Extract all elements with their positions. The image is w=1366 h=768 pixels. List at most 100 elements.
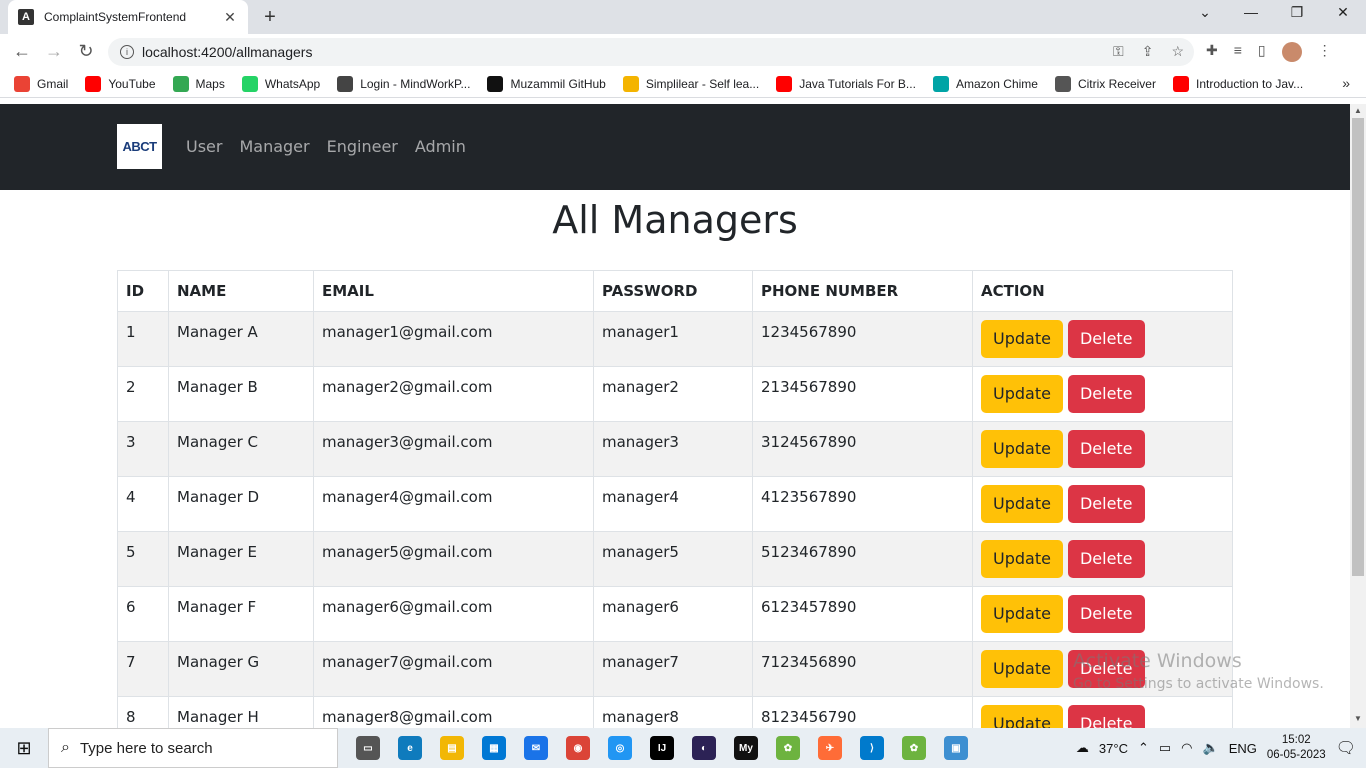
weather-icon[interactable]: ☁ [1076,740,1089,756]
task-view-icon[interactable]: ▭ [356,736,380,760]
bookmark-item[interactable]: Amazon Chime [932,75,1038,92]
bookmark-item[interactable]: Login - MindWorkP... [337,75,470,92]
bookmark-item[interactable]: Muzammil GitHub [487,75,606,92]
bookmark-item[interactable]: Introduction to Jav... [1172,75,1303,92]
back-icon[interactable]: ← [10,41,34,62]
nav-link-engineer[interactable]: Engineer [327,137,398,156]
forward-icon[interactable]: → [42,41,66,62]
update-button[interactable]: Update [981,430,1063,468]
table-row: 8 Manager Hmanager8@gmail.com manager8 8123… [117,696,1233,728]
scroll-down-icon[interactable]: ▼ [1354,714,1362,723]
update-button[interactable]: Update [981,650,1063,688]
spring-tool-icon[interactable]: ✿ [902,736,926,760]
cell-email: manager5@gmail.com [313,531,594,587]
new-tab-icon[interactable]: + [258,6,282,29]
delete-button[interactable]: Delete [1067,320,1145,358]
scroll-up-icon[interactable]: ▲ [1354,106,1362,115]
bookmark-label: Java Tutorials For B... [799,76,916,91]
update-button[interactable]: Update [981,705,1063,728]
nav-link-manager[interactable]: Manager [239,137,309,156]
bookmark-item[interactable]: Maps [172,75,225,92]
reload-icon[interactable]: ↻ [74,41,98,62]
bookmark-item[interactable]: Simplilear - Self lea... [622,75,760,92]
sidepanel-icon[interactable]: ▯ [1258,42,1266,62]
eclipse-icon[interactable]: ◐ [692,736,716,760]
app-icon[interactable]: ◎ [608,736,632,760]
delete-button[interactable]: Delete [1067,595,1145,633]
more-bookmarks-icon[interactable]: » [1342,75,1350,91]
chevron-down-icon[interactable]: ⌄ [1185,4,1225,21]
bookmark-item[interactable]: WhatsApp [241,75,320,92]
bookmark-item[interactable]: Gmail [14,75,68,92]
mail-icon[interactable]: ✉ [524,736,548,760]
cell-id: 5 [117,531,169,587]
bookmark-favicon-icon [14,75,30,92]
photos-icon[interactable]: ▣ [944,736,968,760]
update-button[interactable]: Update [981,320,1063,358]
delete-button[interactable]: Delete [1067,375,1145,413]
scroll-thumb[interactable] [1352,118,1364,576]
bookmark-item[interactable]: Java Tutorials For B... [776,75,916,92]
spring-icon[interactable]: ✿ [776,736,800,760]
delete-button[interactable]: Delete [1067,705,1145,728]
update-button[interactable]: Update [981,540,1063,578]
edge-icon[interactable]: e [398,736,422,760]
extensions-icon[interactable]: ✚ [1206,42,1218,62]
mysql-icon[interactable]: My [734,736,758,760]
bookmark-item[interactable]: YouTube [85,75,156,92]
wifi-icon[interactable]: ◠ [1181,740,1192,756]
key-icon[interactable]: ⚿ [1113,43,1124,60]
update-button[interactable]: Update [981,485,1063,523]
delete-button[interactable]: Delete [1067,430,1145,468]
cell-phone: 6123457890 [752,586,973,642]
cell-name: Manager C [168,421,314,477]
info-icon[interactable]: i [120,45,134,59]
page-scrollbar[interactable]: ▲ ▼ [1350,104,1366,728]
volume-icon[interactable]: 🔈 [1203,740,1219,756]
postman-icon[interactable]: ✈ [818,736,842,760]
column-header-phone: PHONE NUMBER [752,270,973,312]
browser-tab[interactable]: A ComplaintSystemFrontend ✕ [8,0,248,34]
close-icon[interactable]: ✕ [222,9,238,26]
delete-button[interactable]: Delete [1067,540,1145,578]
share-icon[interactable]: ⇪ [1142,43,1154,60]
cell-password: manager3 [593,421,753,477]
bookmark-label: Simplilear - Self lea... [645,76,760,91]
store-icon[interactable]: ▦ [482,736,506,760]
avatar[interactable] [1281,42,1302,62]
window-close-icon[interactable]: ✕ [1323,4,1363,21]
brand-logo[interactable]: ABCT [117,124,162,169]
cell-id: 4 [117,476,169,532]
cell-email: manager8@gmail.com [313,696,594,728]
nav-link-admin[interactable]: Admin [415,137,466,156]
bookmark-item[interactable]: Citrix Receiver [1054,75,1156,92]
cell-action: Update Delete [972,311,1233,367]
media-icon[interactable]: ≡ [1234,42,1242,62]
chevron-up-icon[interactable]: ⌃ [1138,740,1149,756]
nav-link-user[interactable]: User [186,137,222,156]
clock-date: 06-05-2023 [1266,749,1326,761]
search-icon: ⌕ [61,739,70,756]
cell-password: manager4 [593,476,753,532]
windows-start-icon[interactable]: ⊞ [0,728,48,768]
battery-icon[interactable]: ▭ [1159,740,1171,756]
file-explorer-icon[interactable]: ▤ [440,736,464,760]
weather-temp[interactable]: 37°C [1099,741,1128,756]
language-indicator[interactable]: ENG [1229,741,1257,756]
star-icon[interactable]: ☆ [1171,43,1184,60]
minimize-icon[interactable]: — [1231,4,1271,20]
intellij-icon[interactable]: IJ [650,736,674,760]
update-button[interactable]: Update [981,595,1063,633]
delete-button[interactable]: Delete [1067,485,1145,523]
chrome-icon[interactable]: ◉ [566,736,590,760]
notification-icon[interactable]: 🗨 [1336,738,1356,758]
taskbar-search[interactable]: ⌕ Type here to search [48,728,338,768]
menu-icon[interactable]: ⋮ [1318,42,1332,62]
vscode-icon[interactable]: ⟩ [860,736,884,760]
address-bar[interactable]: i localhost:4200/allmanagers ⚿ ⇪ ☆ [108,38,1194,66]
restore-icon[interactable]: ❐ [1277,4,1317,21]
clock[interactable]: 15:02 06-05-2023 [1267,733,1326,763]
update-button[interactable]: Update [981,375,1063,413]
managers-table: ID NAME EMAIL PASSWORD PHONE NUMBER ACTI… [117,270,1233,728]
brand-text: ABCT [122,139,157,154]
